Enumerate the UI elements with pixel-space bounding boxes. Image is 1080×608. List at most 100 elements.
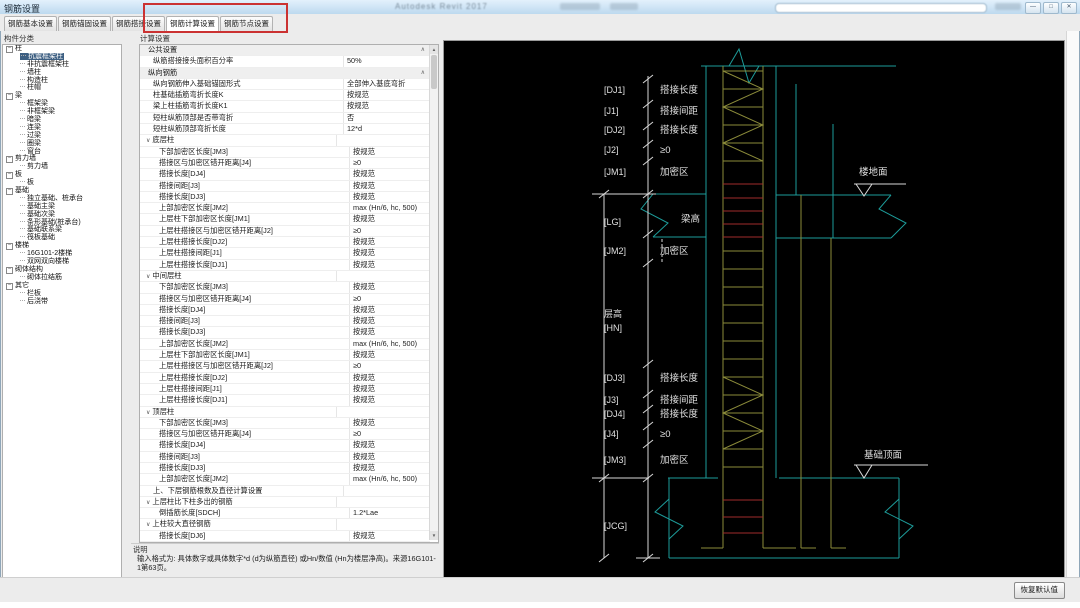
table-row[interactable]: 上、下层钢筋根数及直径计算设置	[140, 486, 430, 497]
setting-value[interactable]: ≥0	[349, 294, 430, 304]
table-row[interactable]: 搭接长度[DJ4]按规范	[140, 305, 430, 316]
tree-item[interactable]: –柱	[3, 45, 121, 53]
table-row[interactable]: 公共设置∧	[140, 45, 430, 56]
table-row[interactable]: ∨顶层柱	[140, 407, 430, 418]
scroll-down-icon[interactable]: ▼	[430, 531, 438, 540]
table-row[interactable]: 梁上柱插筋弯折长度K1按规范	[140, 101, 430, 112]
tree-item[interactable]: –砌体结构	[3, 266, 121, 274]
tree-collapse-icon[interactable]: –	[6, 93, 13, 100]
tree-collapse-icon[interactable]: –	[6, 188, 13, 195]
scroll-up-icon[interactable]: ▲	[430, 45, 438, 54]
close-icon[interactable]: ✕	[1061, 2, 1077, 14]
table-row[interactable]: 短柱纵筋顶部是否带弯折否	[140, 113, 430, 124]
collapse-chevron-icon[interactable]: ∧	[421, 45, 425, 55]
tree-item[interactable]: 框架梁	[3, 100, 121, 108]
setting-value[interactable]: 否	[343, 113, 430, 123]
setting-value[interactable]: 按规范	[349, 214, 430, 224]
table-row[interactable]: 上层柱搭接长度[DJ1]按规范	[140, 260, 430, 271]
tree-item[interactable]: 连梁	[3, 124, 121, 132]
tree-item[interactable]: 抗震框架柱	[3, 53, 121, 61]
tab-1[interactable]: 钢筋基本设置	[4, 16, 57, 31]
table-row[interactable]: ∨底层柱	[140, 135, 430, 146]
table-row[interactable]: 搭接长度[DJ6]按规范	[140, 531, 430, 542]
setting-value[interactable]: 按规范	[349, 452, 430, 462]
table-row[interactable]: 上层柱搭接区与加密区错开距离[J2]≥0	[140, 361, 430, 372]
table-row[interactable]: 上层柱搭接间距[J1]按规范	[140, 384, 430, 395]
table-row[interactable]: 纵向钢筋∧	[140, 68, 430, 79]
tree-collapse-icon[interactable]: –	[6, 156, 13, 163]
table-row[interactable]: 搭接间距[J3]按规范	[140, 452, 430, 463]
minimize-icon[interactable]: —	[1025, 2, 1041, 14]
table-row[interactable]: 短柱纵筋顶部弯折长度12*d	[140, 124, 430, 135]
tree-item[interactable]: 暗梁	[3, 116, 121, 124]
setting-value[interactable]: 按规范	[349, 305, 430, 315]
setting-value[interactable]: 50%	[343, 56, 430, 66]
table-row[interactable]: 搭接长度[DJ3]按规范	[140, 192, 430, 203]
setting-value[interactable]: max (Hn/6, hc, 500)	[349, 474, 430, 484]
tree-item[interactable]: 板	[3, 179, 121, 187]
setting-value[interactable]: max (Hn/6, hc, 500)	[349, 339, 430, 349]
tree-collapse-icon[interactable]: –	[6, 267, 13, 274]
table-row[interactable]: 上部加密区长度[JM2]max (Hn/6, hc, 500)	[140, 474, 430, 485]
table-row[interactable]: 上层柱搭接长度[DJ2]按规范	[140, 373, 430, 384]
setting-value[interactable]: 12*d	[343, 124, 430, 134]
tree-item[interactable]: 栏板	[3, 290, 121, 298]
scrollbar-thumb[interactable]	[431, 55, 437, 89]
setting-value[interactable]: 按规范	[349, 463, 430, 473]
tree-item[interactable]: 独立基础、桩承台	[3, 195, 121, 203]
table-row[interactable]: 搭接间距[J3]按规范	[140, 316, 430, 327]
setting-value[interactable]: 按规范	[349, 260, 430, 270]
setting-value[interactable]	[336, 497, 430, 507]
collapse-chevron-icon[interactable]: ∧	[421, 68, 425, 78]
setting-value[interactable]: 按规范	[349, 282, 430, 292]
table-row[interactable]: 下部加密区长度[JM3]按规范	[140, 282, 430, 293]
expand-arrow-icon[interactable]: ∨	[146, 410, 150, 416]
setting-value[interactable]: ≥0	[349, 226, 430, 236]
table-row[interactable]: 下部加密区长度[JM3]按规范	[140, 418, 430, 429]
tab-4[interactable]: 钢筋计算设置	[166, 16, 219, 32]
table-row[interactable]: 上层柱下部加密区长度[JM1]按规范	[140, 350, 430, 361]
setting-value[interactable]	[343, 486, 430, 496]
setting-value[interactable]: 按规范	[349, 327, 430, 337]
setting-value[interactable]: 按规范	[343, 101, 430, 111]
expand-arrow-icon[interactable]: ∨	[146, 500, 150, 506]
table-row[interactable]: 搭接区与加密区错开距离[J4]≥0	[140, 294, 430, 305]
setting-value[interactable]: 全部伸入基底弯折	[343, 79, 430, 89]
tree-item[interactable]: 非框架梁	[3, 108, 121, 116]
tree-item[interactable]: 后浇带	[3, 298, 121, 306]
table-row[interactable]: 上部加密区长度[JM2]max (Hn/6, hc, 500)	[140, 339, 430, 350]
table-row[interactable]: 搭接区与加密区错开距离[J4]≥0	[140, 429, 430, 440]
setting-value[interactable]: 按规范	[349, 316, 430, 326]
setting-value[interactable]: 按规范	[349, 384, 430, 394]
setting-value[interactable]	[336, 271, 430, 281]
tree-item[interactable]: 基础次梁	[3, 211, 121, 219]
expand-arrow-icon[interactable]: ∨	[146, 274, 150, 280]
setting-value[interactable]	[336, 135, 430, 145]
setting-value[interactable]: 按规范	[349, 418, 430, 428]
setting-value[interactable]: 1.2*Lae	[349, 508, 430, 518]
tree-item[interactable]: 圈梁	[3, 140, 121, 148]
setting-value[interactable]: 按规范	[349, 237, 430, 247]
restore-defaults-button[interactable]: 恢复默认值	[1014, 582, 1066, 599]
tree-item[interactable]: –楼梯	[3, 242, 121, 250]
table-row[interactable]: 倒插筋长度[SDCH]1.2*Lae	[140, 508, 430, 519]
tree-item[interactable]: 16G101-2楼梯	[3, 250, 121, 258]
setting-value[interactable]: 按规范	[349, 248, 430, 258]
tree-item[interactable]: 墙柱	[3, 69, 121, 77]
table-scrollbar[interactable]: ▲ ▼	[429, 45, 438, 540]
setting-value[interactable]: ≥0	[349, 158, 430, 168]
tree-item[interactable]: 基础主梁	[3, 203, 121, 211]
expand-arrow-icon[interactable]: ∨	[146, 138, 150, 144]
maximize-icon[interactable]: □	[1043, 2, 1059, 14]
setting-value[interactable]: 按规范	[349, 147, 430, 157]
setting-value[interactable]: 按规范	[349, 169, 430, 179]
tree-item[interactable]: –板	[3, 171, 121, 179]
table-row[interactable]: 上层柱搭接长度[DJ1]按规范	[140, 395, 430, 406]
tree-collapse-icon[interactable]: –	[6, 172, 13, 179]
setting-value[interactable]: 按规范	[349, 531, 430, 541]
tree-collapse-icon[interactable]: –	[6, 283, 13, 290]
table-row[interactable]: 上层柱下部加密区长度[JM1]按规范	[140, 214, 430, 225]
table-row[interactable]: 柱基础插筋弯折长度K按规范	[140, 90, 430, 101]
setting-value[interactable]: 按规范	[349, 350, 430, 360]
table-row[interactable]: 搭接长度[DJ3]按规范	[140, 463, 430, 474]
